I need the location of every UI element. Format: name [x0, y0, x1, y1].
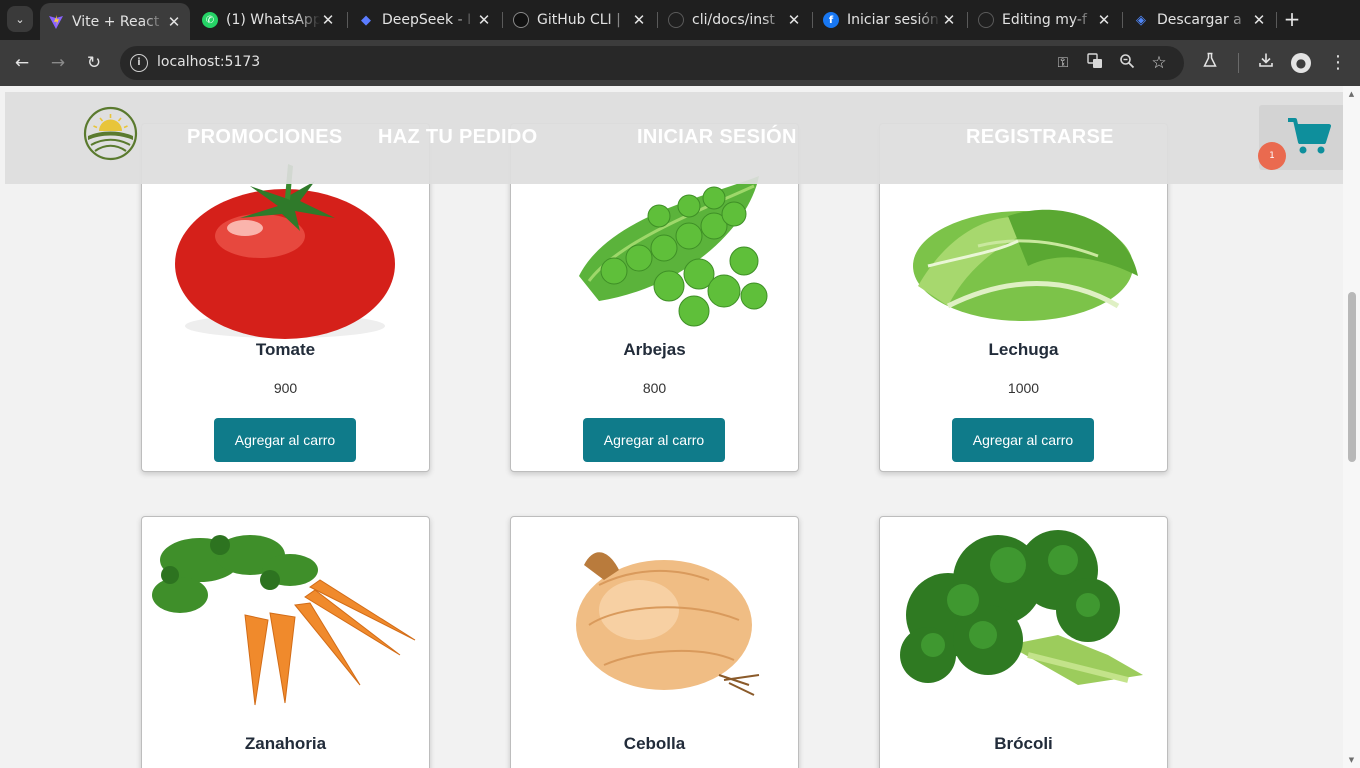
new-tab-button[interactable]: +	[1281, 8, 1303, 32]
shopping-cart-icon	[1287, 117, 1331, 159]
scroll-up-arrow-icon[interactable]: ▲	[1347, 90, 1356, 98]
github-icon	[978, 12, 994, 28]
add-to-cart-button[interactable]: Agregar al carro	[583, 418, 725, 462]
nav-iniciar-sesion[interactable]: INICIAR SESIÓN	[637, 126, 797, 149]
tab-descargar[interactable]: ◈ Descargar a ✕	[1125, 0, 1275, 40]
tab-separator	[657, 12, 658, 28]
zoom-icon[interactable]	[1117, 53, 1137, 73]
product-name: Cebolla	[623, 734, 686, 753]
github-icon	[668, 12, 684, 28]
product-card-brocoli: Brócoli	[879, 516, 1168, 768]
nav-haz-tu-pedido[interactable]: HAZ TU PEDIDO	[378, 126, 537, 149]
product-price: 800	[642, 380, 667, 396]
product-name: Lechuga	[988, 340, 1059, 359]
nav-promociones[interactable]: PROMOCIONES	[187, 126, 343, 149]
toolbar-separator	[1238, 53, 1239, 73]
tab-title: GitHub CLI |	[537, 12, 621, 28]
product-card-zanahoria: Zanahoria	[141, 516, 430, 768]
deepseek-icon: ◆	[361, 12, 371, 28]
product-name: Brócoli	[994, 734, 1053, 753]
add-to-cart-button[interactable]: Agregar al carro	[952, 418, 1094, 462]
product-price: 1000	[1007, 380, 1040, 396]
site-info-icon[interactable]: i	[130, 54, 148, 72]
vite-icon	[48, 14, 64, 30]
close-icon[interactable]: ✕	[166, 13, 182, 31]
broccoli-image	[888, 525, 1159, 715]
browser-tabstrip: ⌄ Vite + React ✕ ✆ (1) WhatsApp ✕ ◆ Deep…	[0, 0, 1360, 40]
tab-title: cli/docs/inst	[692, 12, 775, 28]
tab-github-cli[interactable]: GitHub CLI | ✕	[505, 0, 655, 40]
translate-icon[interactable]	[1085, 53, 1105, 73]
browser-toolbar: ← → ↻ i localhost:5173 ⚿ ☆ ● ⋮	[0, 40, 1360, 86]
tab-cli-docs[interactable]: cli/docs/inst ✕	[660, 0, 810, 40]
page-viewport: Tomate 900 Agregar al carro Arbejas 800 …	[0, 86, 1360, 768]
product-card-cebolla: Cebolla	[510, 516, 799, 768]
cart-count-badge: 1	[1258, 142, 1286, 170]
close-icon[interactable]: ✕	[1251, 11, 1267, 29]
gem-icon: ◈	[1136, 12, 1146, 28]
farm-logo[interactable]	[83, 106, 138, 161]
tab-separator	[812, 12, 813, 28]
peas-image	[519, 156, 790, 346]
tab-separator	[967, 12, 968, 28]
tab-facebook[interactable]: f Iniciar sesión ✕	[815, 0, 965, 40]
labs-flask-icon[interactable]	[1198, 51, 1222, 75]
add-to-cart-button[interactable]: Agregar al carro	[214, 418, 356, 462]
facebook-icon: f	[823, 12, 839, 28]
onion-image	[519, 525, 790, 715]
scroll-thumb[interactable]	[1348, 292, 1356, 462]
tab-vite-react[interactable]: Vite + React ✕	[40, 3, 190, 40]
site-header: PROMOCIONES HAZ TU PEDIDO INICIAR SESIÓN…	[5, 92, 1360, 184]
key-icon[interactable]: ⚿	[1053, 53, 1073, 73]
forward-arrow-icon[interactable]: →	[46, 51, 70, 75]
scroll-down-arrow-icon[interactable]: ▼	[1347, 756, 1356, 764]
tab-title: Vite + React	[72, 13, 160, 30]
product-name: Tomate	[255, 340, 316, 359]
product-name: Zanahoria	[244, 734, 327, 753]
tab-title: Editing my-f	[1002, 12, 1087, 28]
product-name: Arbejas	[623, 340, 686, 359]
bookmark-star-icon[interactable]: ☆	[1149, 53, 1169, 73]
back-arrow-icon[interactable]: ←	[10, 51, 34, 75]
profile-avatar-icon[interactable]: ●	[1291, 53, 1311, 73]
lettuce-image	[888, 156, 1159, 346]
tab-search-button[interactable]: ⌄	[7, 6, 33, 32]
tab-title: DeepSeek - I	[382, 12, 472, 28]
close-icon[interactable]: ✕	[320, 11, 336, 29]
nav-registrarse[interactable]: REGISTRARSE	[966, 126, 1114, 149]
tab-separator	[502, 12, 503, 28]
reload-icon[interactable]: ↻	[82, 51, 106, 75]
tab-title: (1) WhatsApp	[226, 12, 320, 28]
download-icon[interactable]	[1254, 51, 1278, 75]
product-price: 900	[273, 380, 298, 396]
tab-title: Iniciar sesión	[847, 12, 939, 28]
url-text[interactable]: localhost:5173	[157, 54, 260, 70]
close-icon[interactable]: ✕	[1096, 11, 1112, 29]
close-icon[interactable]: ✕	[786, 11, 802, 29]
close-icon[interactable]: ✕	[941, 11, 957, 29]
tab-whatsapp[interactable]: ✆ (1) WhatsApp ✕	[194, 0, 344, 40]
page-scrollbar[interactable]: ▲ ▼	[1343, 86, 1360, 768]
tab-separator	[1276, 12, 1277, 28]
close-icon[interactable]: ✕	[476, 11, 492, 29]
tab-title: Descargar a	[1157, 12, 1242, 28]
tab-separator	[347, 12, 348, 28]
tab-deepseek[interactable]: ◆ DeepSeek - I ✕	[350, 0, 500, 40]
whatsapp-icon: ✆	[202, 12, 218, 28]
tab-separator	[1122, 12, 1123, 28]
github-icon	[513, 12, 529, 28]
tab-editing[interactable]: Editing my-f ✕	[970, 0, 1120, 40]
tomato-image	[150, 156, 421, 346]
close-icon[interactable]: ✕	[631, 11, 647, 29]
menu-kebab-icon[interactable]: ⋮	[1326, 51, 1350, 75]
carrot-image	[150, 525, 421, 715]
address-bar[interactable]: i localhost:5173 ⚿ ☆	[120, 46, 1184, 80]
